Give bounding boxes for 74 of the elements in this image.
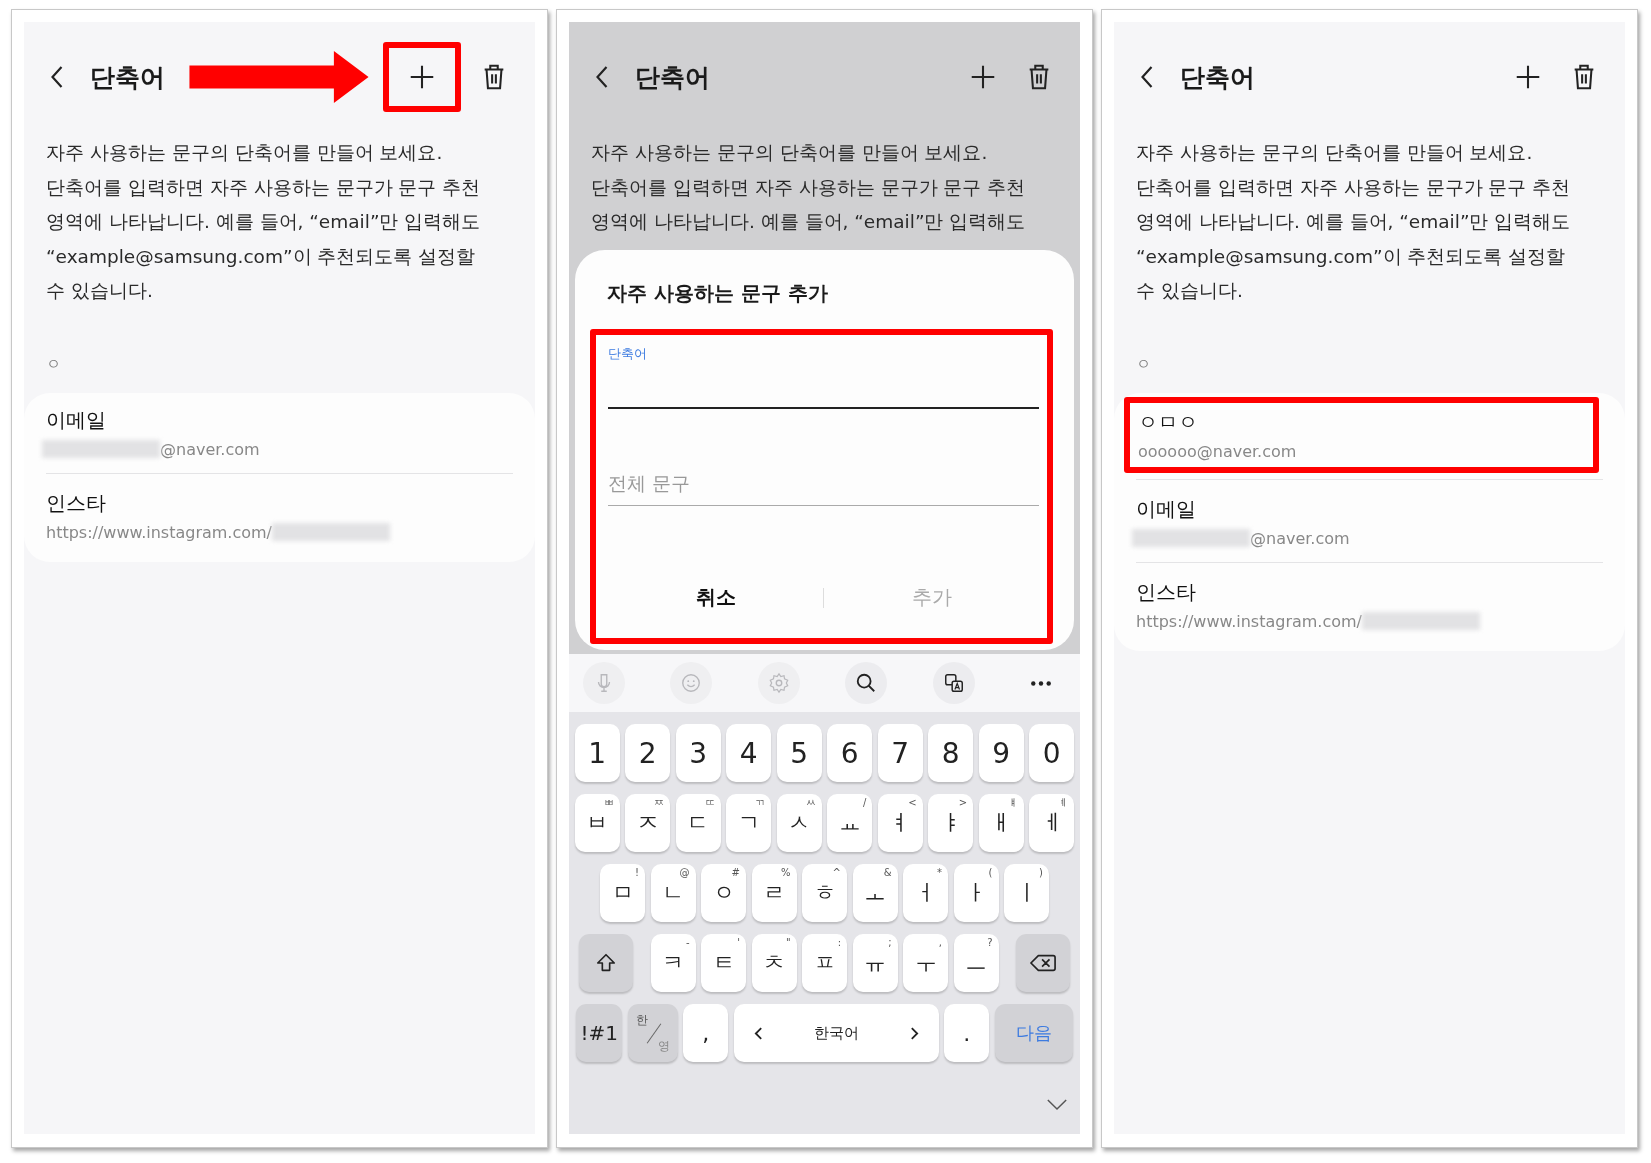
page-title: 단축어 xyxy=(635,61,710,94)
keyboard-key[interactable]: / ㅛ xyxy=(827,794,873,852)
keyboard-key[interactable]: 9 xyxy=(978,724,1024,782)
backspace-icon xyxy=(1030,952,1056,974)
keyboard-key[interactable]: * ㅓ xyxy=(903,864,948,922)
section-header: ㅇ xyxy=(1135,354,1152,375)
dialog-button[interactable]: 취소 xyxy=(608,572,823,623)
description-text: 자주 사용하는 문구의 단축어를 만들어 보세요. 단축어를 입력하면 자주 사용하는 문구가 문구 추천 영역에 나타납니다. 예를 들어, “email”만 입력해도 “example@samsung.com”이 추천되도록 설정할 수 있습니다. xyxy=(1135,141,1572,303)
keyboard-key[interactable]: , ㅜ xyxy=(903,934,948,992)
section-header: ㅇ xyxy=(45,354,62,375)
keyboard-key[interactable]: ^ ㅎ xyxy=(802,864,847,922)
backspace-key[interactable] xyxy=(1016,934,1070,992)
keyboard-key[interactable]: ! ㅁ xyxy=(600,864,645,922)
keyboard-key[interactable]: ㅆ ㅅ xyxy=(776,794,822,852)
field-label: 단축어 xyxy=(608,344,648,363)
keyboard-key[interactable]: @ ㄴ xyxy=(650,864,696,922)
keyboard-key[interactable]: ; ㅠ xyxy=(852,934,898,992)
more-icon xyxy=(1029,679,1052,687)
plus-icon xyxy=(409,63,435,91)
keyboard-key[interactable]: % ㄹ xyxy=(751,864,797,922)
plus-icon xyxy=(970,63,996,91)
keyboard-key[interactable]: 7 xyxy=(877,724,923,782)
keyboard-key[interactable]: ? ㅡ xyxy=(953,934,999,992)
keyboard-key[interactable]: < ㅕ xyxy=(877,794,923,852)
keyboard-key[interactable]: > ㅑ xyxy=(928,794,974,852)
list-item[interactable]: ㅇㅁㅇ oooooo@naver.com xyxy=(1124,396,1599,473)
keyboard-key[interactable]: ㅒ ㅐ xyxy=(978,794,1024,852)
keyboard-key[interactable]: & ㅗ xyxy=(852,864,898,922)
toolbar-button[interactable] xyxy=(845,662,888,704)
list-item[interactable]: 이메일 @naver.com xyxy=(1114,485,1625,556)
list-item[interactable]: 인스타 https://www.instagram.com/ xyxy=(1114,568,1625,639)
keyboard-key[interactable]: ㄸ ㄷ xyxy=(675,794,721,852)
keyboard-key[interactable]: ㄲ ㄱ xyxy=(726,794,772,852)
list-item[interactable]: 이메일 @naver.com xyxy=(24,396,535,467)
search-icon xyxy=(855,672,878,694)
keyboard-key[interactable]: ) ㅣ xyxy=(1004,864,1049,922)
keyboard-key[interactable]: 6 xyxy=(827,724,873,782)
keyboard-key[interactable]: 1 xyxy=(574,724,620,782)
keyboard-key[interactable]: . xyxy=(944,1004,990,1062)
keyboard-key[interactable]: 4 xyxy=(726,724,772,782)
dialog-title: 자주 사용하는 문구 추가 xyxy=(606,279,829,307)
description-text: 자주 사용하는 문구의 단축어를 만들어 보세요. 단축어를 입력하면 자주 사용하는 문구가 문구 추천 영역에 나타납니다. 예를 들어, “email”만 입력해도 “example@samsung.com”이 추천되도록 설정할 수 있습니다. xyxy=(45,141,482,303)
language-key[interactable]: 한 영 xyxy=(627,1004,678,1062)
smiley-icon xyxy=(680,672,703,694)
list-item[interactable]: 인스타 https://www.instagram.com/ xyxy=(24,479,535,550)
chevron-right-icon xyxy=(909,1025,919,1041)
keyboard-key[interactable]: : ㅍ xyxy=(802,934,847,992)
chevron-left-icon xyxy=(753,1025,763,1041)
translate-icon xyxy=(942,672,965,694)
toolbar-button[interactable] xyxy=(932,662,975,704)
keyboard-key[interactable]: - ㅋ xyxy=(650,934,696,992)
shift-key[interactable] xyxy=(579,934,633,992)
gear-icon xyxy=(767,672,790,694)
page-title: 단축어 xyxy=(1180,61,1255,94)
keyboard-key[interactable]: , xyxy=(683,1004,729,1062)
keyboard-key[interactable]: 2 xyxy=(625,724,671,782)
page-title: 단축어 xyxy=(90,61,165,94)
keyboard-key[interactable]: ㅖ ㅔ xyxy=(1029,794,1075,852)
keyboard-key[interactable]: 5 xyxy=(776,724,822,782)
keyboard-key[interactable]: ㅉ ㅈ xyxy=(625,794,671,852)
keyboard-key[interactable]: 8 xyxy=(928,724,974,782)
keyboard-key[interactable]: ( ㅏ xyxy=(953,864,999,922)
plus-icon xyxy=(1515,63,1541,91)
keyboard-key[interactable]: 0 xyxy=(1029,724,1075,782)
keyboard-key[interactable]: ㅃ ㅂ xyxy=(574,794,620,852)
description-text: 자주 사용하는 문구의 단축어를 만들어 보세요. 단축어를 입력하면 자주 사용하는 문구가 문구 추천 영역에 나타납니다. 예를 들어, “email”만 입력해도 xyxy=(590,141,1027,234)
space-key[interactable]: 한국어 xyxy=(733,1004,939,1062)
keyboard-key[interactable]: ' ㅌ xyxy=(701,934,746,992)
keyboard-key[interactable]: 3 xyxy=(675,724,721,782)
input-field[interactable]: 전체 문구 xyxy=(608,460,1039,506)
chevron-down-icon[interactable] xyxy=(1046,1097,1068,1111)
symbols-key[interactable]: !#1 xyxy=(576,1004,623,1062)
keyboard-key[interactable]: # ㅇ xyxy=(701,864,746,922)
keyboard-key[interactable]: " ㅊ xyxy=(751,934,797,992)
